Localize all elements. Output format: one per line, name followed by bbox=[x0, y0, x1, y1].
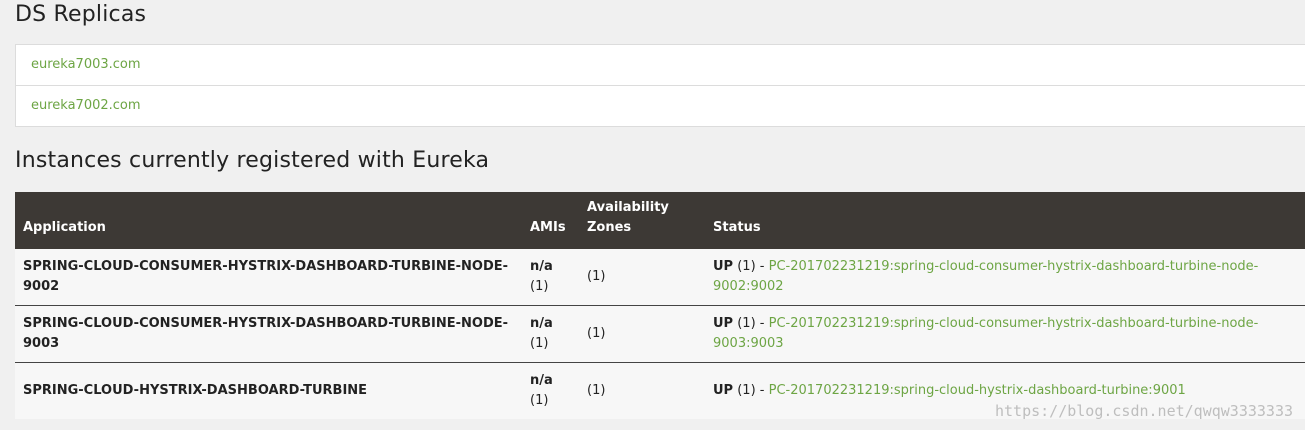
column-header-amis: AMIs bbox=[530, 220, 566, 235]
status-cell: UP (1) - PC-201702231219:spring-cloud-co… bbox=[705, 249, 1305, 306]
status-count: (1) - bbox=[737, 316, 765, 331]
replica-link[interactable]: eureka7003.com bbox=[31, 57, 141, 72]
table-row: SPRING-CLOUD-CONSUMER-HYSTRIX-DASHBOARD-… bbox=[15, 249, 1305, 306]
amis-value: n/a bbox=[530, 373, 553, 388]
amis-cell: n/a (1) bbox=[522, 249, 579, 306]
table-row: SPRING-CLOUD-CONSUMER-HYSTRIX-DASHBOARD-… bbox=[15, 305, 1305, 363]
instances-title: Instances currently registered with Eure… bbox=[15, 148, 490, 173]
zones-cell: (1) bbox=[587, 383, 606, 398]
status-cell: UP (1) - PC-201702231219:spring-cloud-co… bbox=[705, 306, 1305, 363]
column-header-application: Application bbox=[23, 220, 106, 235]
amis-cell: n/a (1) bbox=[522, 363, 579, 420]
amis-value: n/a bbox=[530, 259, 553, 274]
column-header-status: Status bbox=[713, 220, 761, 235]
application-name: SPRING-CLOUD-HYSTRIX-DASHBOARD-TURBINE bbox=[23, 383, 368, 398]
zones-cell: (1) bbox=[587, 269, 606, 284]
status-state: UP bbox=[713, 383, 734, 398]
amis-cell: n/a (1) bbox=[522, 306, 579, 363]
column-header-zones: Availability Zones bbox=[587, 200, 669, 235]
zones-cell: (1) bbox=[587, 326, 606, 341]
watermark: https://blog.csdn.net/qwqw3333333 bbox=[994, 402, 1293, 420]
ds-replicas-list: eureka7003.com eureka7002.com bbox=[15, 44, 1305, 127]
amis-count: (1) bbox=[530, 336, 549, 351]
status-count: (1) - bbox=[737, 259, 765, 274]
ds-replicas-title: DS Replicas bbox=[15, 2, 147, 27]
status-count: (1) - bbox=[737, 383, 765, 398]
status-state: UP bbox=[713, 316, 734, 331]
application-name: SPRING-CLOUD-CONSUMER-HYSTRIX-DASHBOARD-… bbox=[23, 316, 509, 351]
instances-table: Application AMIs Availability Zones Stat… bbox=[15, 192, 1305, 419]
amis-count: (1) bbox=[530, 393, 549, 408]
table-header-row: Application AMIs Availability Zones Stat… bbox=[15, 192, 1305, 249]
amis-count: (1) bbox=[530, 279, 549, 294]
instance-link[interactable]: PC-201702231219:spring-cloud-consumer-hy… bbox=[713, 316, 1258, 351]
instance-link[interactable]: PC-201702231219:spring-cloud-hystrix-das… bbox=[769, 383, 1186, 398]
instance-link[interactable]: PC-201702231219:spring-cloud-consumer-hy… bbox=[713, 259, 1258, 294]
replica-link[interactable]: eureka7002.com bbox=[31, 98, 141, 113]
status-state: UP bbox=[713, 259, 734, 274]
replica-row: eureka7002.com bbox=[16, 86, 1305, 126]
replica-row: eureka7003.com bbox=[16, 45, 1305, 86]
amis-value: n/a bbox=[530, 316, 553, 331]
application-name: SPRING-CLOUD-CONSUMER-HYSTRIX-DASHBOARD-… bbox=[23, 259, 509, 294]
